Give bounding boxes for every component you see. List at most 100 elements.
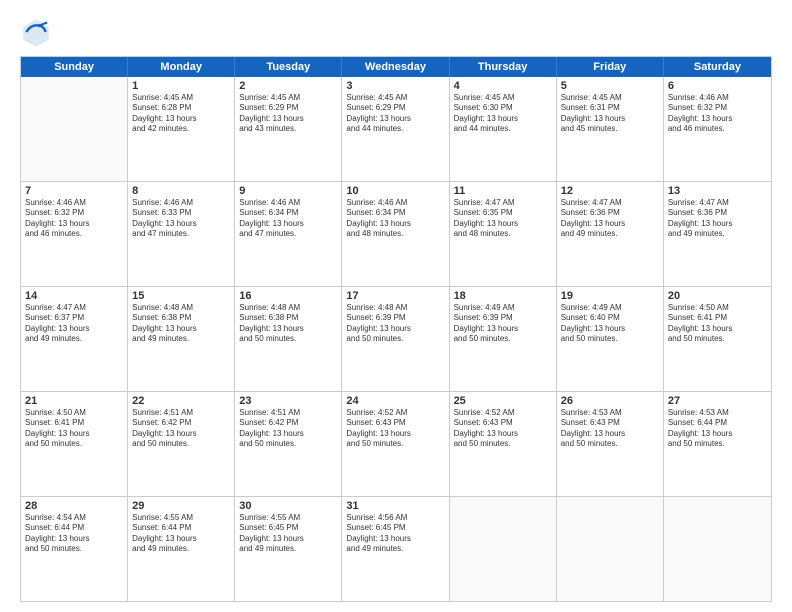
cell-line: Sunrise: 4:48 AM — [132, 303, 230, 313]
header-day-sunday: Sunday — [21, 57, 128, 77]
day-number: 12 — [561, 185, 659, 197]
cell-line: Sunset: 6:40 PM — [561, 313, 659, 323]
cell-line: Sunset: 6:43 PM — [346, 418, 444, 428]
cell-line: Daylight: 13 hours — [668, 429, 767, 439]
cell-line: Sunrise: 4:49 AM — [561, 303, 659, 313]
cell-line: Sunrise: 4:47 AM — [454, 198, 552, 208]
day-cell-20: 20Sunrise: 4:50 AMSunset: 6:41 PMDayligh… — [664, 287, 771, 391]
cell-line: Sunset: 6:45 PM — [239, 523, 337, 533]
day-cell-28: 28Sunrise: 4:54 AMSunset: 6:44 PMDayligh… — [21, 497, 128, 601]
logo — [20, 16, 56, 48]
day-number: 29 — [132, 500, 230, 512]
cell-line: and 50 minutes. — [561, 334, 659, 344]
cell-line: Sunrise: 4:55 AM — [132, 513, 230, 523]
cell-line: Daylight: 13 hours — [561, 324, 659, 334]
day-number: 4 — [454, 80, 552, 92]
cell-line: Sunrise: 4:47 AM — [561, 198, 659, 208]
cell-line: and 50 minutes. — [346, 334, 444, 344]
cell-line: and 50 minutes. — [25, 544, 123, 554]
cell-line: Sunrise: 4:46 AM — [132, 198, 230, 208]
cell-line: Sunset: 6:45 PM — [346, 523, 444, 533]
cell-line: Sunrise: 4:49 AM — [454, 303, 552, 313]
day-number: 9 — [239, 185, 337, 197]
cell-line: Daylight: 13 hours — [132, 219, 230, 229]
calendar-header: SundayMondayTuesdayWednesdayThursdayFrid… — [21, 57, 771, 77]
cell-line: Sunset: 6:44 PM — [668, 418, 767, 428]
cell-line: Sunset: 6:44 PM — [25, 523, 123, 533]
day-number: 28 — [25, 500, 123, 512]
cell-line: Sunset: 6:32 PM — [668, 103, 767, 113]
cell-line: Sunset: 6:35 PM — [454, 208, 552, 218]
day-cell-11: 11Sunrise: 4:47 AMSunset: 6:35 PMDayligh… — [450, 182, 557, 286]
cell-line: Daylight: 13 hours — [346, 324, 444, 334]
empty-cell — [557, 497, 664, 601]
cell-line: Daylight: 13 hours — [346, 219, 444, 229]
cell-line: and 50 minutes. — [25, 439, 123, 449]
cell-line: Daylight: 13 hours — [668, 324, 767, 334]
cell-line: Sunset: 6:41 PM — [25, 418, 123, 428]
day-cell-13: 13Sunrise: 4:47 AMSunset: 6:36 PMDayligh… — [664, 182, 771, 286]
week-row-2: 7Sunrise: 4:46 AMSunset: 6:32 PMDaylight… — [21, 182, 771, 287]
header — [20, 16, 772, 48]
day-number: 6 — [668, 80, 767, 92]
day-cell-17: 17Sunrise: 4:48 AMSunset: 6:39 PMDayligh… — [342, 287, 449, 391]
cell-line: Sunset: 6:43 PM — [454, 418, 552, 428]
day-cell-16: 16Sunrise: 4:48 AMSunset: 6:38 PMDayligh… — [235, 287, 342, 391]
cell-line: and 49 minutes. — [346, 544, 444, 554]
cell-line: and 50 minutes. — [239, 439, 337, 449]
cell-line: Sunset: 6:29 PM — [346, 103, 444, 113]
cell-line: Sunset: 6:29 PM — [239, 103, 337, 113]
cell-line: Sunrise: 4:50 AM — [25, 408, 123, 418]
cell-line: Sunrise: 4:50 AM — [668, 303, 767, 313]
day-number: 8 — [132, 185, 230, 197]
cell-line: Sunset: 6:38 PM — [239, 313, 337, 323]
cell-line: Sunset: 6:43 PM — [561, 418, 659, 428]
day-cell-26: 26Sunrise: 4:53 AMSunset: 6:43 PMDayligh… — [557, 392, 664, 496]
week-row-1: 1Sunrise: 4:45 AMSunset: 6:28 PMDaylight… — [21, 77, 771, 182]
cell-line: Sunset: 6:34 PM — [346, 208, 444, 218]
empty-cell — [450, 497, 557, 601]
day-number: 10 — [346, 185, 444, 197]
cell-line: and 50 minutes. — [668, 334, 767, 344]
empty-cell — [21, 77, 128, 181]
day-cell-8: 8Sunrise: 4:46 AMSunset: 6:33 PMDaylight… — [128, 182, 235, 286]
cell-line: Sunset: 6:39 PM — [454, 313, 552, 323]
day-cell-3: 3Sunrise: 4:45 AMSunset: 6:29 PMDaylight… — [342, 77, 449, 181]
day-number: 3 — [346, 80, 444, 92]
cell-line: and 50 minutes. — [346, 439, 444, 449]
cell-line: Sunrise: 4:45 AM — [561, 93, 659, 103]
day-cell-5: 5Sunrise: 4:45 AMSunset: 6:31 PMDaylight… — [557, 77, 664, 181]
cell-line: Sunrise: 4:48 AM — [239, 303, 337, 313]
calendar: SundayMondayTuesdayWednesdayThursdayFrid… — [20, 56, 772, 602]
cell-line: Sunrise: 4:45 AM — [132, 93, 230, 103]
cell-line: and 48 minutes. — [454, 229, 552, 239]
header-day-wednesday: Wednesday — [342, 57, 449, 77]
cell-line: Daylight: 13 hours — [454, 429, 552, 439]
cell-line: Sunrise: 4:51 AM — [132, 408, 230, 418]
cell-line: Sunrise: 4:46 AM — [668, 93, 767, 103]
day-number: 16 — [239, 290, 337, 302]
cell-line: Daylight: 13 hours — [25, 534, 123, 544]
day-number: 21 — [25, 395, 123, 407]
cell-line: Daylight: 13 hours — [561, 114, 659, 124]
cell-line: and 48 minutes. — [346, 229, 444, 239]
cell-line: and 44 minutes. — [346, 124, 444, 134]
day-number: 18 — [454, 290, 552, 302]
cell-line: Daylight: 13 hours — [239, 324, 337, 334]
cell-line: Sunset: 6:34 PM — [239, 208, 337, 218]
cell-line: and 50 minutes. — [454, 334, 552, 344]
cell-line: Sunrise: 4:52 AM — [346, 408, 444, 418]
cell-line: Daylight: 13 hours — [668, 219, 767, 229]
week-row-5: 28Sunrise: 4:54 AMSunset: 6:44 PMDayligh… — [21, 497, 771, 601]
header-day-friday: Friday — [557, 57, 664, 77]
cell-line: Sunrise: 4:45 AM — [346, 93, 444, 103]
cell-line: and 50 minutes. — [561, 439, 659, 449]
day-cell-15: 15Sunrise: 4:48 AMSunset: 6:38 PMDayligh… — [128, 287, 235, 391]
header-day-tuesday: Tuesday — [235, 57, 342, 77]
cell-line: Sunrise: 4:46 AM — [346, 198, 444, 208]
cell-line: Sunrise: 4:53 AM — [561, 408, 659, 418]
cell-line: Sunset: 6:41 PM — [668, 313, 767, 323]
day-cell-22: 22Sunrise: 4:51 AMSunset: 6:42 PMDayligh… — [128, 392, 235, 496]
cell-line: Daylight: 13 hours — [454, 114, 552, 124]
cell-line: Sunrise: 4:45 AM — [454, 93, 552, 103]
